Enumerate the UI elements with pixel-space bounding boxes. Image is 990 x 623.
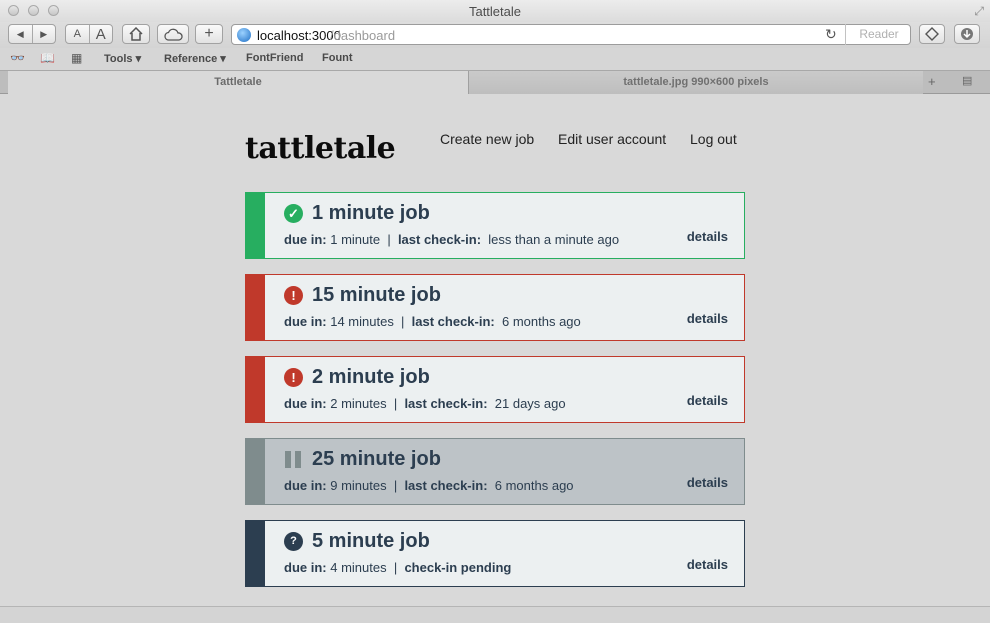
back-forward-buttons: ◀ ▶ — [8, 24, 56, 44]
job-title: 5 minute job — [312, 530, 430, 552]
status-bar — [246, 439, 265, 504]
bookmark-tools[interactable]: Tools ▾ — [104, 52, 141, 65]
job-card: ! 15 minute job due in: 14 minutes | las… — [245, 274, 745, 341]
home-icon — [129, 27, 143, 41]
text-smaller-button[interactable]: A — [66, 28, 89, 40]
create-job-link[interactable]: Create new job — [440, 131, 534, 147]
tab-overview-icon[interactable]: ▤ — [962, 74, 972, 87]
window-titlebar: Tattletale ⤢ — [0, 0, 990, 22]
job-meta: due in: 14 minutes | last check-in: 6 mo… — [284, 314, 581, 329]
details-link[interactable]: details — [687, 475, 728, 490]
cloud-icon — [164, 28, 183, 41]
status-bar — [246, 275, 265, 340]
text-larger-button[interactable]: A — [90, 26, 113, 43]
details-link[interactable]: details — [687, 311, 728, 326]
back-icon[interactable]: ◀ — [9, 29, 32, 40]
job-title: 2 minute job — [312, 366, 430, 388]
tab-tattletale[interactable]: Tattletale — [8, 71, 468, 94]
details-link[interactable]: details — [687, 229, 728, 244]
job-meta: due in: 9 minutes | last check-in: 6 mon… — [284, 478, 574, 493]
job-meta: due in: 2 minutes | last check-in: 21 da… — [284, 396, 566, 411]
url-host: localhost:3000 — [257, 28, 341, 43]
log-out-link[interactable]: Log out — [690, 131, 737, 147]
tag-icon — [925, 27, 939, 41]
job-card: ? 5 minute job due in: 4 minutes | check… — [245, 520, 745, 587]
status-bar — [246, 193, 265, 258]
tab-bar: Tattletale tattletale.jpg 990×600 pixels… — [0, 70, 990, 94]
plus-icon: + — [204, 25, 214, 42]
top-sites-grid-icon[interactable]: ▦ — [71, 51, 82, 65]
job-title: 25 minute job — [312, 448, 441, 470]
bookmark-fontfriend[interactable]: FontFriend — [246, 52, 303, 64]
job-card: 25 minute job due in: 9 minutes | last c… — [245, 438, 745, 505]
fullscreen-icon[interactable]: ⤢ — [974, 4, 984, 19]
bookmark-reference[interactable]: Reference ▾ — [164, 52, 226, 65]
home-button[interactable] — [122, 24, 150, 44]
new-tab-icon[interactable]: + — [928, 74, 936, 89]
details-link[interactable]: details — [687, 557, 728, 572]
url-path: /dashboard — [330, 28, 396, 43]
exclamation-circle-icon: ! — [284, 368, 303, 387]
edit-account-link[interactable]: Edit user account — [558, 131, 666, 147]
share-button[interactable] — [919, 24, 945, 44]
globe-icon — [237, 28, 251, 42]
job-meta: due in: 4 minutes | check-in pending — [284, 560, 512, 575]
question-circle-icon: ? — [284, 532, 303, 551]
status-bar-bottom — [0, 606, 990, 623]
add-bookmark-button[interactable]: + — [195, 24, 223, 44]
status-bar — [246, 357, 265, 422]
reader-button[interactable]: Reader — [845, 24, 912, 45]
reload-icon[interactable]: ↻ — [825, 26, 837, 43]
downloads-button[interactable] — [954, 24, 980, 44]
page-content: tattletale Create new job Edit user acco… — [0, 94, 990, 606]
tab-tattletale-jpg[interactable]: tattletale.jpg 990×600 pixels — [468, 71, 923, 94]
bookmark-fount[interactable]: Fount — [322, 52, 353, 64]
status-bar — [246, 521, 265, 586]
exclamation-circle-icon: ! — [284, 286, 303, 305]
download-icon — [961, 28, 973, 40]
reading-list-icon[interactable]: 👓 — [10, 51, 25, 65]
window-title: Tattletale — [468, 4, 522, 19]
bookmarks-bar: 👓 📖 ▦ Tools ▾ Reference ▾ FontFriend Fou… — [0, 48, 990, 70]
forward-icon[interactable]: ▶ — [33, 29, 56, 40]
details-link[interactable]: details — [687, 393, 728, 408]
browser-toolbar: ◀ ▶ A A + localhost:3000 /dashboard ↻ Re… — [0, 22, 990, 48]
address-bar[interactable]: localhost:3000 /dashboard ↻ Reader — [231, 24, 911, 45]
icloud-button[interactable] — [157, 24, 189, 44]
app-logo[interactable]: tattletale — [245, 131, 396, 166]
check-circle-icon: ✓ — [284, 204, 303, 223]
job-card: ✓ 1 minute job due in: 1 minute | last c… — [245, 192, 745, 259]
job-meta: due in: 1 minute | last check-in: less t… — [284, 232, 620, 247]
job-card: ! 2 minute job due in: 2 minutes | last … — [245, 356, 745, 423]
pause-icon — [285, 451, 302, 468]
text-size-buttons: A A — [65, 24, 113, 44]
job-title: 15 minute job — [312, 284, 441, 306]
job-title: 1 minute job — [312, 202, 430, 224]
bookmarks-book-icon[interactable]: 📖 — [40, 51, 55, 65]
